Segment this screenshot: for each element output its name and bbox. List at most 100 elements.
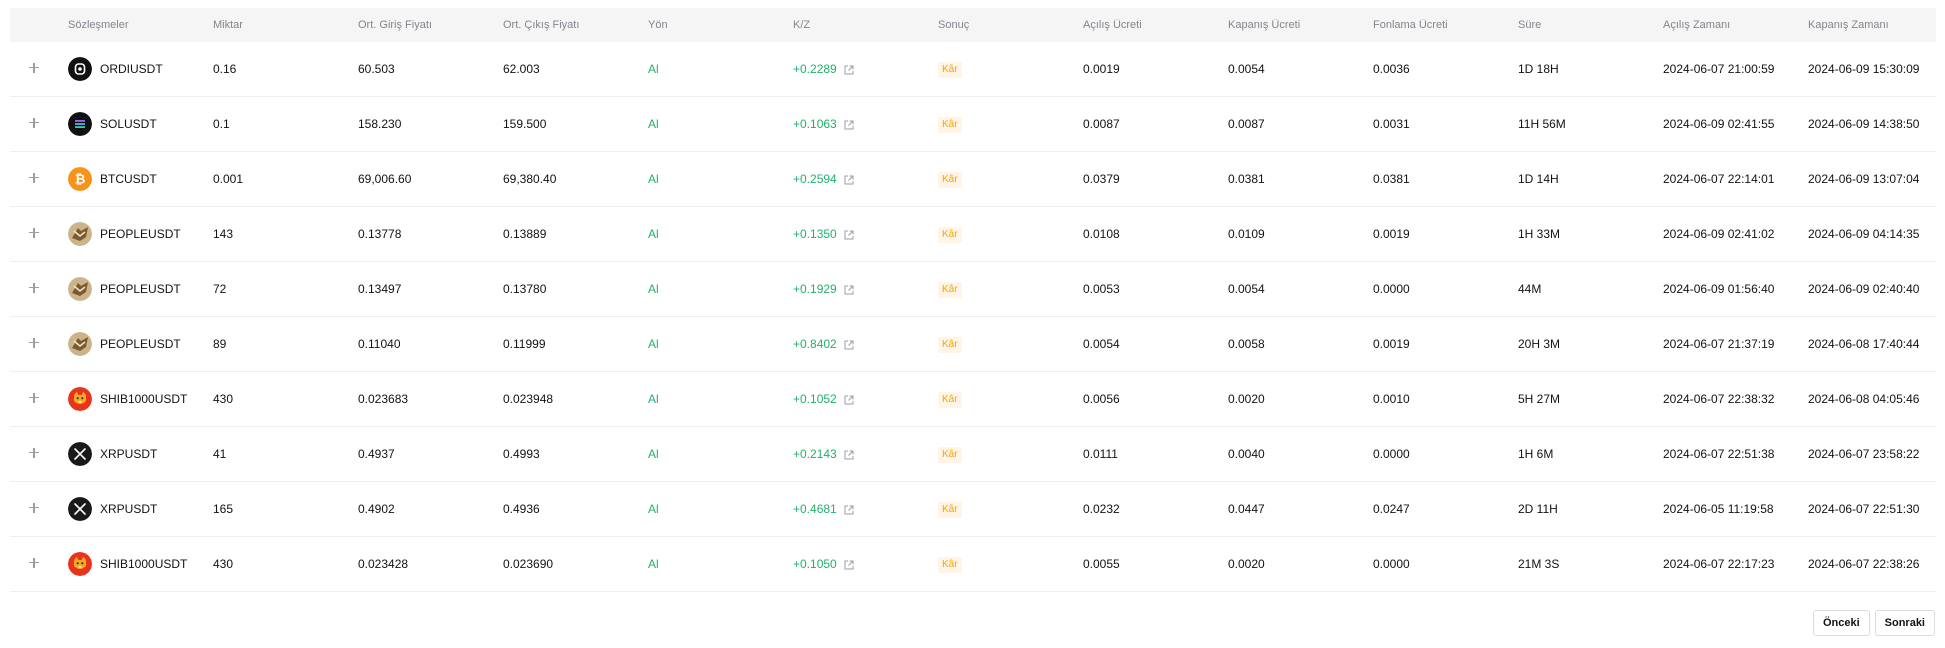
side-value: Al xyxy=(648,557,659,571)
contract-cell[interactable]: SHIB1000USDT xyxy=(68,552,213,576)
pnl-cell: +0.1929 xyxy=(793,282,938,296)
expand-plus-icon[interactable] xyxy=(27,391,41,405)
qty-value: 165 xyxy=(213,502,234,516)
expand-plus-icon[interactable] xyxy=(27,116,41,130)
entry-price-value: 0.023683 xyxy=(358,392,409,406)
share-external-icon[interactable] xyxy=(844,449,854,460)
contract-cell[interactable]: XRPUSDT xyxy=(68,497,213,521)
header-close-time: Kapanış Zamanı xyxy=(1808,19,1889,31)
funding-fee-value: 0.0019 xyxy=(1373,337,1410,351)
entry-price-value: 0.13497 xyxy=(358,282,402,296)
duration-value: 1D 14H xyxy=(1518,172,1559,186)
open-time-value: 2024-06-09 01:56:40 xyxy=(1663,282,1775,296)
share-external-icon[interactable] xyxy=(844,229,854,240)
side-value: Al xyxy=(648,117,659,131)
duration-value: 11H 56M xyxy=(1518,117,1566,131)
close-fee-value: 0.0058 xyxy=(1228,337,1265,351)
share-external-icon[interactable] xyxy=(844,504,854,515)
expand-cell xyxy=(10,556,68,573)
table-row: PEOPLEUSDT 89 0.11040 0.11999 Al +0.8402… xyxy=(10,317,1936,372)
expand-plus-icon[interactable] xyxy=(27,556,41,570)
open-fee-value: 0.0019 xyxy=(1083,62,1120,76)
contract-cell[interactable]: PEOPLEUSDT xyxy=(68,332,213,356)
contract-cell[interactable]: SHIB1000USDT xyxy=(68,387,213,411)
share-external-icon[interactable] xyxy=(844,64,854,75)
contract-cell[interactable]: XRPUSDT xyxy=(68,442,213,466)
contract-cell[interactable]: SOLUSDT xyxy=(68,112,213,136)
expand-plus-icon[interactable] xyxy=(27,446,41,460)
expand-plus-icon[interactable] xyxy=(27,501,41,515)
share-external-icon[interactable] xyxy=(844,339,854,350)
contract-cell[interactable]: PEOPLEUSDT xyxy=(68,222,213,246)
side-value: Al xyxy=(648,172,659,186)
close-fee-value: 0.0054 xyxy=(1228,282,1265,296)
share-external-icon[interactable] xyxy=(844,394,854,405)
expand-cell xyxy=(10,391,68,408)
open-time-value: 2024-06-09 02:41:02 xyxy=(1663,227,1775,241)
result-badge: Kâr xyxy=(938,171,962,188)
contract-cell[interactable]: ₿ BTCUSDT xyxy=(68,167,213,191)
entry-price-value: 0.4902 xyxy=(358,502,395,516)
entry-price-value: 0.13778 xyxy=(358,227,402,241)
pnl-cell: +0.1052 xyxy=(793,392,938,406)
table-row: PEOPLEUSDT 72 0.13497 0.13780 Al +0.1929… xyxy=(10,262,1936,317)
close-fee-value: 0.0054 xyxy=(1228,62,1265,76)
exit-price-value: 0.11999 xyxy=(503,337,546,351)
expand-cell xyxy=(10,281,68,298)
closed-pnl-table: Sözleşmeler Miktar Ort. Giriş Fiyatı Ort… xyxy=(10,8,1936,592)
funding-fee-value: 0.0000 xyxy=(1373,447,1410,461)
side-value: Al xyxy=(648,392,659,406)
close-fee-value: 0.0040 xyxy=(1228,447,1265,461)
table-row: SHIB1000USDT 430 0.023428 0.023690 Al +0… xyxy=(10,537,1936,592)
next-page-button[interactable]: Sonraki xyxy=(1874,610,1935,636)
result-cell: Kâr xyxy=(938,116,1083,133)
share-external-icon[interactable] xyxy=(844,119,854,130)
xrp-coin-icon xyxy=(68,497,92,521)
header-open-fee: Açılış Ücreti xyxy=(1083,19,1142,31)
header-entry-price: Ort. Giriş Fiyatı xyxy=(358,19,432,31)
result-badge: Kâr xyxy=(938,336,962,353)
share-external-icon[interactable] xyxy=(844,174,854,185)
duration-value: 5H 27M xyxy=(1518,392,1561,406)
people-coin-icon xyxy=(68,332,92,356)
contract-symbol: XRPUSDT xyxy=(100,447,158,461)
contract-cell[interactable]: PEOPLEUSDT xyxy=(68,277,213,301)
qty-value: 0.001 xyxy=(213,172,244,186)
side-value: Al xyxy=(648,502,659,516)
contract-symbol: SHIB1000USDT xyxy=(100,392,188,406)
table-row: XRPUSDT 165 0.4902 0.4936 Al +0.4681 Kâr… xyxy=(10,482,1936,537)
prev-page-button[interactable]: Önceki xyxy=(1812,610,1870,636)
close-time-value: 2024-06-09 15:30:09 xyxy=(1808,62,1920,76)
expand-plus-icon[interactable] xyxy=(27,281,41,295)
header-close-fee: Kapanış Ücreti xyxy=(1228,19,1301,31)
close-fee-value: 0.0447 xyxy=(1228,502,1265,516)
pnl-cell: +0.4681 xyxy=(793,502,938,516)
open-fee-value: 0.0054 xyxy=(1083,337,1120,351)
pnl-value: +0.2289 xyxy=(793,62,837,76)
entry-price-value: 69,006.60 xyxy=(358,172,412,186)
duration-value: 21M 3S xyxy=(1518,557,1560,571)
result-cell: Kâr xyxy=(938,391,1083,408)
expand-plus-icon[interactable] xyxy=(27,226,41,240)
result-badge: Kâr xyxy=(938,556,962,573)
share-external-icon[interactable] xyxy=(844,284,854,295)
share-external-icon[interactable] xyxy=(844,559,854,570)
expand-cell xyxy=(10,61,68,78)
close-time-value: 2024-06-08 17:40:44 xyxy=(1808,337,1920,351)
contract-symbol: PEOPLEUSDT xyxy=(100,282,181,296)
pnl-value: +0.8402 xyxy=(793,337,837,351)
duration-value: 2D 11H xyxy=(1518,502,1558,516)
result-badge: Kâr xyxy=(938,281,962,298)
exit-price-value: 159.500 xyxy=(503,117,547,131)
expand-plus-icon[interactable] xyxy=(27,336,41,350)
expand-plus-icon[interactable] xyxy=(27,171,41,185)
open-time-value: 2024-06-07 21:37:19 xyxy=(1663,337,1775,351)
open-fee-value: 0.0111 xyxy=(1083,447,1118,461)
result-cell: Kâr xyxy=(938,501,1083,518)
exit-price-value: 0.4993 xyxy=(503,447,540,461)
contract-cell[interactable]: ORDIUSDT xyxy=(68,57,213,81)
expand-plus-icon[interactable] xyxy=(27,61,41,75)
open-fee-value: 0.0055 xyxy=(1083,557,1120,571)
exit-price-value: 0.13780 xyxy=(503,282,547,296)
duration-value: 1H 6M xyxy=(1518,447,1554,461)
